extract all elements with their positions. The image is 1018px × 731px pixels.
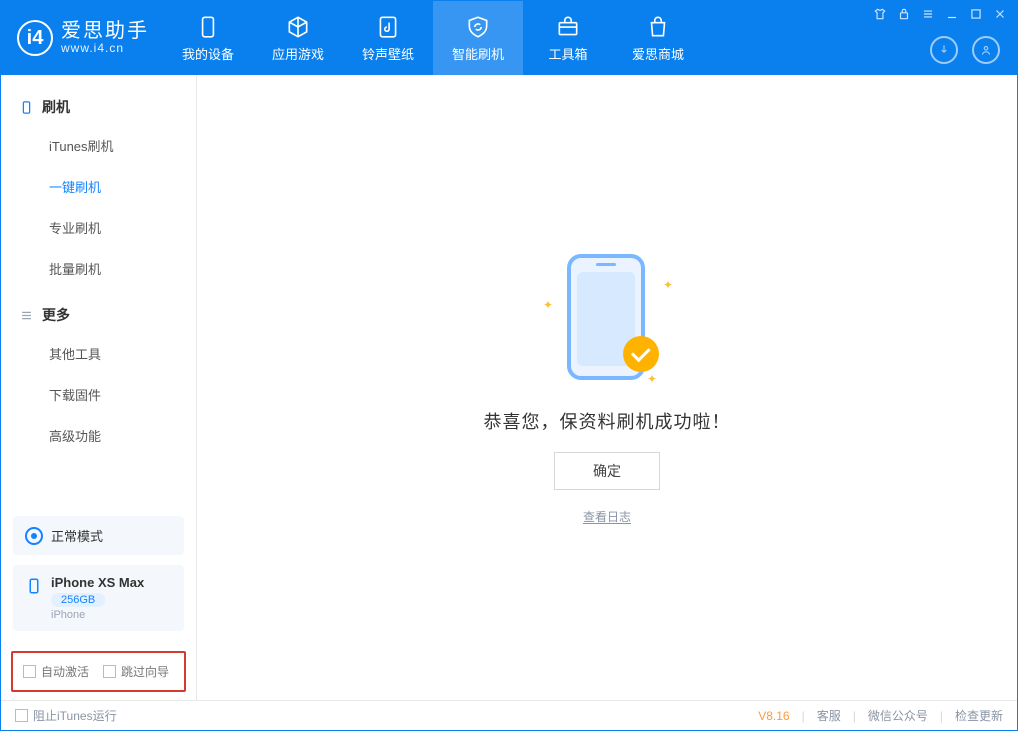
app-header: i4 爱思助手 www.i4.cn 我的设备 应用游戏 铃声壁纸 智能刷机 工具… (1, 1, 1017, 75)
sidebar-item-advanced[interactable]: 高级功能 (1, 415, 196, 456)
refresh-shield-icon (465, 14, 491, 40)
view-log-link[interactable]: 查看日志 (583, 508, 631, 525)
checkbox-icon (23, 665, 36, 678)
checkbox-block-itunes[interactable]: 阻止iTunes运行 (15, 707, 117, 724)
tab-ringtones[interactable]: 铃声壁纸 (343, 1, 433, 75)
main-content: ✦ ✦ ✦ 恭喜您，保资料刷机成功啦！ 确定 查看日志 (197, 75, 1017, 700)
lock-icon[interactable] (897, 7, 911, 21)
mode-card[interactable]: 正常模式 (13, 516, 184, 555)
checkbox-auto-activate[interactable]: 自动激活 (23, 663, 89, 680)
brand-logo-icon: i4 (17, 20, 53, 56)
mode-label: 正常模式 (51, 526, 103, 545)
checkbox-icon (103, 665, 116, 678)
tab-label: 应用游戏 (272, 44, 324, 63)
top-tabs: 我的设备 应用游戏 铃声壁纸 智能刷机 工具箱 爱思商城 (163, 1, 703, 75)
download-button[interactable] (930, 36, 958, 64)
sparkle-icon: ✦ (663, 278, 673, 292)
flash-options-highlight: 自动激活 跳过向导 (11, 651, 186, 692)
tab-label: 我的设备 (182, 44, 234, 63)
divider: | (940, 709, 943, 723)
device-type: iPhone (51, 609, 144, 621)
phone-icon (195, 14, 221, 40)
maximize-icon[interactable] (969, 7, 983, 21)
close-icon[interactable] (993, 7, 1007, 21)
mode-icon (25, 527, 43, 545)
sidebar-item-label: 其他工具 (49, 347, 101, 362)
device-storage-badge: 256GB (51, 593, 105, 607)
success-message: 恭喜您，保资料刷机成功啦！ (484, 408, 731, 434)
group-title: 更多 (42, 305, 70, 325)
sidebar-item-oneclick[interactable]: 一键刷机 (1, 166, 196, 207)
cube-icon (285, 14, 311, 40)
device-phone-icon (25, 577, 43, 595)
sidebar-item-label: 高级功能 (49, 429, 101, 444)
sidebar-item-batch[interactable]: 批量刷机 (1, 248, 196, 289)
list-icon (19, 308, 34, 323)
link-check-update[interactable]: 检查更新 (955, 707, 1003, 724)
sidebar-item-label: iTunes刷机 (49, 139, 114, 154)
sparkle-icon: ✦ (543, 298, 553, 312)
menu-icon[interactable] (921, 7, 935, 21)
tab-toolbox[interactable]: 工具箱 (523, 1, 613, 75)
tab-apps[interactable]: 应用游戏 (253, 1, 343, 75)
phone-outline-icon (19, 100, 34, 115)
tab-label: 铃声壁纸 (362, 44, 414, 63)
link-customer-service[interactable]: 客服 (817, 707, 841, 724)
user-button[interactable] (972, 36, 1000, 64)
link-wechat[interactable]: 微信公众号 (868, 707, 928, 724)
toolbox-icon (555, 14, 581, 40)
sidebar-item-download-fw[interactable]: 下载固件 (1, 374, 196, 415)
brand-text: 爱思助手 www.i4.cn (61, 20, 149, 55)
checkbox-skip-guide[interactable]: 跳过向导 (103, 663, 169, 680)
sidebar-item-other-tools[interactable]: 其他工具 (1, 333, 196, 374)
tshirt-icon[interactable] (873, 7, 887, 21)
tab-label: 工具箱 (548, 44, 587, 63)
sparkle-icon: ✦ (647, 372, 657, 386)
version-label: V8.16 (758, 709, 789, 723)
download-icon (937, 43, 951, 57)
divider: | (802, 709, 805, 723)
sidebar-item-label: 下载固件 (49, 388, 101, 403)
tab-label: 智能刷机 (452, 44, 504, 63)
sidebar-item-label: 一键刷机 (49, 180, 101, 195)
brand-name: 爱思助手 (61, 20, 149, 42)
device-name: iPhone XS Max (51, 575, 144, 590)
tab-my-device[interactable]: 我的设备 (163, 1, 253, 75)
sidebar-group-flash: 刷机 (1, 89, 196, 125)
sidebar-item-pro[interactable]: 专业刷机 (1, 207, 196, 248)
device-card[interactable]: iPhone XS Max 256GB iPhone (13, 565, 184, 631)
checkbox-icon (15, 709, 28, 722)
group-title: 刷机 (42, 97, 70, 117)
bag-icon (645, 14, 671, 40)
sidebar-item-label: 专业刷机 (49, 221, 101, 236)
checkbox-label: 自动激活 (41, 663, 89, 680)
sidebar-item-itunes[interactable]: iTunes刷机 (1, 125, 196, 166)
tab-smart-flash[interactable]: 智能刷机 (433, 1, 523, 75)
minimize-icon[interactable] (945, 7, 959, 21)
tab-label: 爱思商城 (632, 44, 684, 63)
tab-store[interactable]: 爱思商城 (613, 1, 703, 75)
divider: | (853, 709, 856, 723)
sidebar-group-more: 更多 (1, 297, 196, 333)
brand-url: www.i4.cn (61, 42, 149, 55)
success-illustration: ✦ ✦ ✦ (537, 250, 677, 390)
user-icon (979, 43, 993, 57)
brand: i4 爱思助手 www.i4.cn (1, 1, 163, 75)
success-check-icon (623, 336, 659, 372)
status-bar: 阻止iTunes运行 V8.16 | 客服 | 微信公众号 | 检查更新 (1, 700, 1017, 730)
ok-button[interactable]: 确定 (554, 452, 660, 490)
checkbox-label: 阻止iTunes运行 (33, 707, 117, 724)
sidebar-item-label: 批量刷机 (49, 262, 101, 277)
checkbox-label: 跳过向导 (121, 663, 169, 680)
sidebar: 刷机 iTunes刷机 一键刷机 专业刷机 批量刷机 更多 其他工具 下载固件 … (1, 75, 197, 700)
music-file-icon (375, 14, 401, 40)
